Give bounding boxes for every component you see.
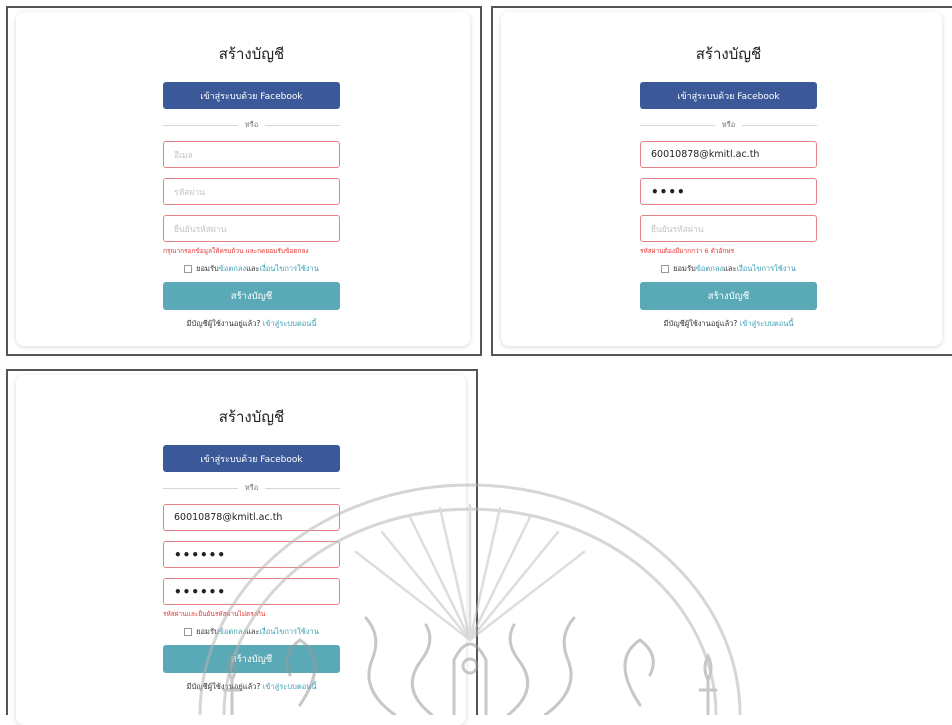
terms-checkbox[interactable] — [184, 265, 193, 273]
screenshot-panel-3: สร้างบัญชี เข้าสู่ระบบด้วย Facebook หรือ… — [6, 369, 478, 725]
terms-link[interactable]: ข้อตกลง — [219, 626, 246, 638]
terms-prefix: ยอมรับ — [196, 264, 219, 273]
screenshot-panel-1: สร้างบัญชี เข้าสู่ระบบด้วย Facebook หรือ… — [6, 6, 482, 356]
terms-checkbox[interactable] — [661, 265, 670, 273]
page-title: สร้างบัญชี — [695, 45, 762, 63]
terms-middle: และ — [246, 627, 260, 636]
terms-link[interactable]: ข้อตกลง — [696, 263, 723, 275]
confirm-password-field[interactable]: ยืนยันรหัสผ่าน — [640, 215, 817, 242]
error-message: กรุณากรอกข้อมูลให้ครบถ้วน และกดยอมรับข้อ… — [163, 247, 309, 255]
divider-line-left — [163, 124, 238, 126]
conditions-link[interactable]: เงื่อนไขการใช้งาน — [260, 626, 319, 638]
divider-text: หรือ — [244, 483, 259, 492]
terms-middle: และ — [723, 264, 737, 273]
page-title: สร้างบัญชี — [218, 408, 285, 426]
login-link[interactable]: เข้าสู่ระบบตอนนี้ — [263, 319, 317, 328]
or-divider: หรือ — [163, 482, 341, 494]
terms-prefix: ยอมรับ — [196, 627, 219, 636]
divider-line-right — [742, 124, 818, 126]
email-field[interactable]: อีเมล — [163, 141, 340, 168]
error-message: รหัสผ่านและยืนยันรหัสผ่านไม่ตรงกัน — [163, 610, 266, 618]
login-prompt: มีบัญชีผู้ใช้งานอยู่แล้ว? เข้าสู่ระบบตอน… — [640, 318, 817, 330]
terms-middle: และ — [246, 264, 260, 273]
divider-line-left — [640, 124, 715, 126]
password-field[interactable]: •••• — [640, 178, 817, 205]
signup-card: สร้างบัญชี เข้าสู่ระบบด้วย Facebook หรือ… — [501, 12, 942, 346]
divider-line-right — [265, 124, 341, 126]
signup-card: สร้างบัญชี เข้าสู่ระบบด้วย Facebook หรือ… — [16, 12, 470, 346]
login-prompt-text: มีบัญชีผู้ใช้งานอยู่แล้ว? — [186, 682, 261, 691]
login-link[interactable]: เข้าสู่ระบบตอนนี้ — [740, 319, 794, 328]
page-title: สร้างบัญชี — [218, 45, 285, 63]
terms-prefix: ยอมรับ — [673, 264, 696, 273]
or-divider: หรือ — [163, 119, 341, 131]
terms-checkbox[interactable] — [184, 628, 193, 636]
divider-text: หรือ — [721, 120, 736, 129]
conditions-link[interactable]: เงื่อนไขการใช้งาน — [260, 263, 319, 275]
conditions-link[interactable]: เงื่อนไขการใช้งาน — [737, 263, 796, 275]
email-field[interactable]: 60010878@kmitl.ac.th — [640, 141, 817, 168]
terms-row: ยอมรับ ข้อตกลง และ เงื่อนไขการใช้งาน — [163, 263, 340, 275]
create-account-button[interactable]: สร้างบัญชี — [640, 282, 817, 310]
confirm-password-field[interactable]: ยืนยันรหัสผ่าน — [163, 215, 340, 242]
create-account-button[interactable]: สร้างบัญชี — [163, 645, 340, 673]
login-link[interactable]: เข้าสู่ระบบตอนนี้ — [263, 682, 317, 691]
login-prompt: มีบัญชีผู้ใช้งานอยู่แล้ว? เข้าสู่ระบบตอน… — [163, 681, 340, 693]
terms-row: ยอมรับ ข้อตกลง และ เงื่อนไขการใช้งาน — [163, 626, 340, 638]
screenshot-panel-2: สร้างบัญชี เข้าสู่ระบบด้วย Facebook หรือ… — [491, 6, 952, 356]
divider-line-left — [163, 487, 238, 489]
divider-text: หรือ — [244, 120, 259, 129]
email-field[interactable]: 60010878@kmitl.ac.th — [163, 504, 340, 531]
login-prompt-text: มีบัญชีผู้ใช้งานอยู่แล้ว? — [186, 319, 261, 328]
login-prompt: มีบัญชีผู้ใช้งานอยู่แล้ว? เข้าสู่ระบบตอน… — [163, 318, 340, 330]
facebook-login-button[interactable]: เข้าสู่ระบบด้วย Facebook — [163, 82, 340, 109]
terms-row: ยอมรับ ข้อตกลง และ เงื่อนไขการใช้งาน — [640, 263, 817, 275]
login-prompt-text: มีบัญชีผู้ใช้งานอยู่แล้ว? — [663, 319, 738, 328]
facebook-login-button[interactable]: เข้าสู่ระบบด้วย Facebook — [163, 445, 340, 472]
facebook-login-button[interactable]: เข้าสู่ระบบด้วย Facebook — [640, 82, 817, 109]
divider-line-right — [265, 487, 341, 489]
password-field[interactable]: •••••• — [163, 541, 340, 568]
terms-link[interactable]: ข้อตกลง — [219, 263, 246, 275]
error-message: รหัสผ่านต้องมีมากกว่า 6 ตัวอักษร — [640, 247, 735, 255]
password-field[interactable]: รหัสผ่าน — [163, 178, 340, 205]
or-divider: หรือ — [640, 119, 818, 131]
signup-card: สร้างบัญชี เข้าสู่ระบบด้วย Facebook หรือ… — [16, 375, 466, 725]
confirm-password-field[interactable]: •••••• — [163, 578, 340, 605]
create-account-button[interactable]: สร้างบัญชี — [163, 282, 340, 310]
